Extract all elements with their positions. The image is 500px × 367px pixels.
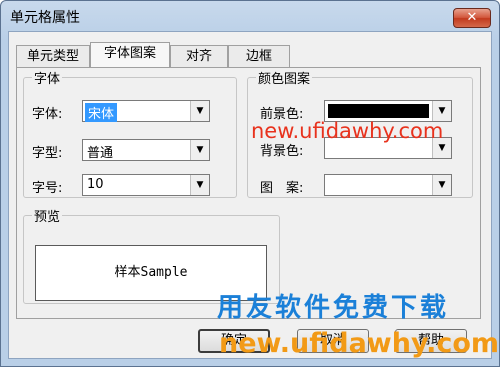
font-size-value: 10 [87,177,104,192]
cancel-button[interactable]: 取消 [297,329,369,353]
font-name-select[interactable]: 宋体 ▼ [82,100,210,122]
preview-sample-text: 样本Sample [114,265,188,280]
preview-group-legend: 预览 [34,210,61,225]
color-group-legend: 颜色图案 [258,72,311,87]
title-bar[interactable]: 单元格属性 ✕ [1,1,499,31]
font-group-legend: 字体 [34,72,61,87]
chevron-down-icon[interactable]: ▼ [190,140,209,160]
tab-alignment[interactable]: 对齐 [170,45,228,67]
chevron-down-icon[interactable]: ▼ [432,101,451,121]
background-color-select[interactable]: ▼ [324,137,452,159]
pattern-swatch [328,178,429,192]
chevron-down-icon[interactable]: ▼ [432,175,451,195]
font-name-value: 宋体 [85,103,118,122]
close-button[interactable]: ✕ [453,8,491,28]
pattern-select[interactable]: ▼ [324,174,452,196]
foreground-color-swatch [328,104,429,118]
font-size-label: 字号: [32,181,63,196]
background-color-swatch [328,141,429,155]
font-name-label: 字体: [32,107,63,122]
font-style-select[interactable]: 普通 ▼ [82,139,210,161]
font-size-select[interactable]: 10 ▼ [82,174,210,196]
chevron-down-icon[interactable]: ▼ [190,175,209,195]
font-style-label: 字型: [32,146,63,161]
tab-cell-type[interactable]: 单元类型 [16,45,90,67]
color-pattern-group: 颜色图案 前景色: ▼ 背景色: ▼ 图 案: ▼ [247,68,473,198]
pattern-label: 图 案: [260,181,304,196]
ok-button[interactable]: 确定 [198,329,270,353]
preview-box: 样本Sample [35,245,267,301]
dialog-window: 单元格属性 ✕ 单元类型 字体图案 对齐 边框 字体 字体: 宋体 ▼ 字型: … [0,0,500,367]
tab-panel-font-pattern: 字体 字体: 宋体 ▼ 字型: 普通 ▼ 字号: 10 ▼ 颜色图案 前景色: … [16,67,481,319]
preview-group: 预览 样本Sample [23,206,280,304]
font-style-value: 普通 [87,146,114,161]
chevron-down-icon[interactable]: ▼ [432,138,451,158]
tab-border[interactable]: 边框 [228,45,290,67]
background-color-label: 背景色: [260,144,304,159]
window-title: 单元格属性 [10,10,80,26]
help-button[interactable]: 帮助 [395,329,467,353]
font-group: 字体 字体: 宋体 ▼ 字型: 普通 ▼ 字号: 10 ▼ [23,68,237,198]
close-icon: ✕ [466,10,478,25]
tab-font-pattern[interactable]: 字体图案 [90,42,170,67]
foreground-color-select[interactable]: ▼ [324,100,452,122]
dialog-client-area: 单元类型 字体图案 对齐 边框 字体 字体: 宋体 ▼ 字型: 普通 ▼ 字号:… [8,31,492,359]
chevron-down-icon[interactable]: ▼ [190,101,209,121]
foreground-color-label: 前景色: [260,107,304,122]
